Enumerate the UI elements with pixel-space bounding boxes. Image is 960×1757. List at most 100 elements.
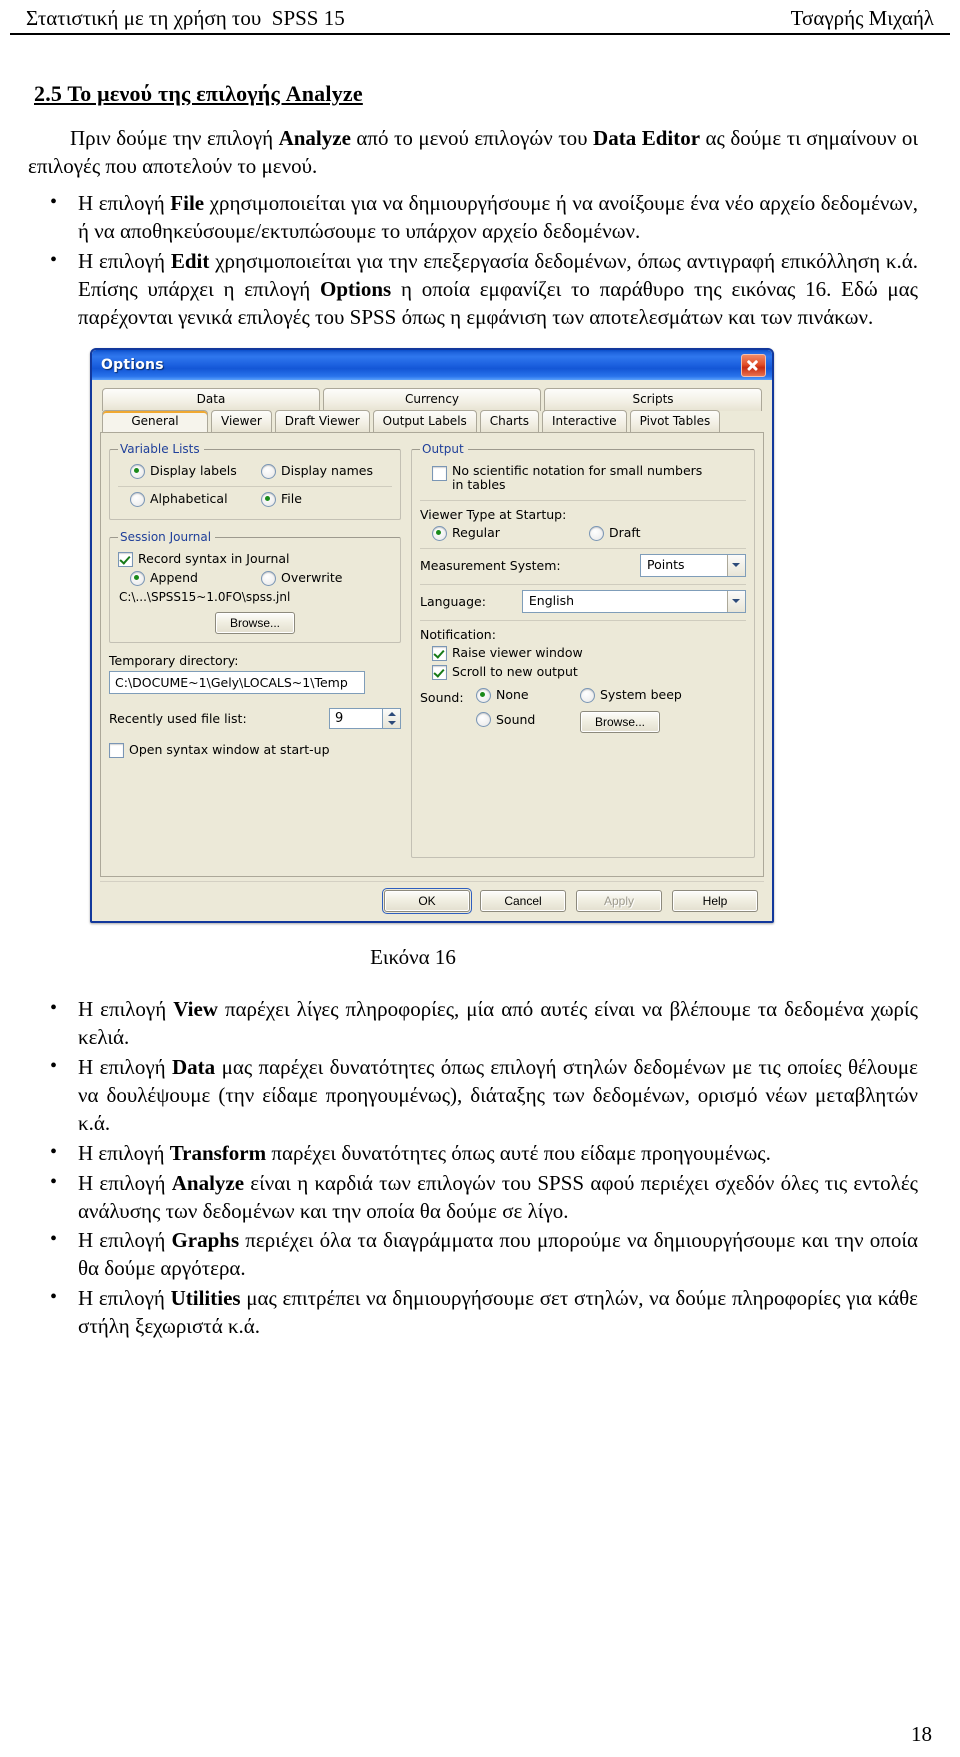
radio-alphabetical[interactable]: Alphabetical <box>130 491 261 508</box>
list-item: Η επιλογή Edit χρησιμοποιείται για την ε… <box>28 247 918 332</box>
option-label-line2: in tables <box>452 477 506 493</box>
journal-browse-button[interactable]: Browse... <box>214 612 295 635</box>
radio-append-label[interactable]: Append <box>130 570 198 587</box>
checkbox-open-syntax[interactable]: Open syntax window at start-up <box>109 742 401 759</box>
intro-text-a: Πριν δούμε την επιλογή <box>70 126 279 150</box>
option-label: Open syntax window at start-up <box>129 742 330 758</box>
list-item: Η επιλογή File χρησιμοποιείται για να δη… <box>28 189 918 246</box>
checkbox-no-sci-notation-label[interactable]: No scientific notation for small numbers… <box>432 463 702 493</box>
radio-append[interactable]: Append <box>130 570 261 587</box>
radio-icon[interactable] <box>476 712 491 728</box>
radio-file[interactable]: File <box>261 491 392 508</box>
radio-display-names-label[interactable]: Display names <box>261 463 373 480</box>
bullet-term-file: File <box>170 191 205 216</box>
tab-currency[interactable]: Currency <box>323 388 541 412</box>
radio-draft[interactable]: Draft <box>589 525 746 541</box>
apply-button[interactable]: Apply <box>576 890 662 913</box>
tab-charts[interactable]: Charts <box>479 410 540 433</box>
tab-pivot-tables[interactable]: Pivot Tables <box>629 410 721 433</box>
bullet-term-edit: Edit <box>170 249 210 274</box>
radio-icon[interactable] <box>580 687 595 703</box>
spinner-buttons[interactable] <box>382 708 401 730</box>
radio-overwrite-label[interactable]: Overwrite <box>261 570 343 587</box>
radio-sound-none-label[interactable]: None <box>476 687 529 703</box>
checkbox-open-syntax-label[interactable]: Open syntax window at start-up <box>109 742 330 759</box>
chevron-up-icon[interactable] <box>383 709 400 719</box>
variable-lists-row-2: Alphabetical File <box>118 491 392 508</box>
measurement-system-label: Measurement System: <box>420 557 561 573</box>
measurement-system-value: Points <box>641 554 727 576</box>
checkbox-icon[interactable] <box>118 552 133 568</box>
divider <box>118 486 392 488</box>
radio-system-beep-label[interactable]: System beep <box>580 687 682 703</box>
radio-icon[interactable] <box>261 571 276 587</box>
help-button[interactable]: Help <box>672 890 758 913</box>
radio-icon[interactable] <box>130 571 145 587</box>
bullet-text-a: Η επιλογή <box>78 249 171 274</box>
intro-paragraph: Πριν δούμε την επιλογή Analyze από το με… <box>28 125 918 180</box>
option-label: File <box>281 491 302 507</box>
checkbox-icon[interactable] <box>432 466 447 482</box>
option-label: Record syntax in Journal <box>138 551 290 567</box>
radio-sound-file-label[interactable]: Sound <box>476 712 535 728</box>
radio-display-labels-label[interactable]: Display labels <box>130 463 237 480</box>
radio-regular-label[interactable]: Regular <box>432 525 500 541</box>
radio-icon[interactable] <box>130 464 145 480</box>
recently-used-value[interactable]: 9 <box>329 708 382 730</box>
radio-display-names[interactable]: Display names <box>261 463 392 480</box>
tab-general[interactable]: General <box>102 410 208 433</box>
checkbox-record-syntax-label[interactable]: Record syntax in Journal <box>118 551 290 568</box>
radio-file-label[interactable]: File <box>261 491 302 508</box>
temporary-directory-input[interactable]: C:\DOCUME~1\Gely\LOCALS~1\Temp <box>109 671 365 695</box>
recently-used-stepper[interactable]: 9 <box>329 708 401 730</box>
sound-browse-button[interactable]: Browse... <box>580 710 661 733</box>
bullet-text-a: Η επιλογή <box>78 1140 170 1165</box>
tab-viewer[interactable]: Viewer <box>211 410 272 433</box>
radio-icon[interactable] <box>476 687 491 703</box>
viewer-type-row: Regular Draft <box>420 525 746 541</box>
radio-icon[interactable] <box>130 492 145 508</box>
chevron-down-icon[interactable] <box>383 719 400 729</box>
dialog-footer: OK Cancel Apply Help <box>100 881 764 922</box>
radio-system-beep[interactable]: System beep <box>580 687 682 707</box>
chevron-down-icon[interactable] <box>727 590 745 612</box>
dialog-titlebar[interactable]: Options <box>92 350 772 381</box>
bullet-term-view: View <box>173 997 218 1022</box>
checkbox-scroll-new-output[interactable]: Scroll to new output <box>420 664 746 680</box>
checkbox-icon[interactable] <box>109 743 124 759</box>
tab-interactive[interactable]: Interactive <box>542 410 627 433</box>
radio-icon[interactable] <box>261 464 276 480</box>
option-label: Append <box>150 570 198 586</box>
close-icon[interactable] <box>741 353 766 377</box>
radio-draft-label[interactable]: Draft <box>589 525 641 541</box>
language-select[interactable]: English <box>521 589 746 613</box>
tab-scripts[interactable]: Scripts <box>544 388 762 412</box>
checkbox-record-syntax[interactable]: Record syntax in Journal <box>118 551 392 568</box>
radio-overwrite[interactable]: Overwrite <box>261 570 392 587</box>
chevron-down-icon[interactable] <box>727 554 745 576</box>
radio-icon[interactable] <box>261 492 276 508</box>
radio-alphabetical-label[interactable]: Alphabetical <box>130 491 228 508</box>
radio-regular[interactable]: Regular <box>432 525 589 541</box>
tab-draft-viewer[interactable]: Draft Viewer <box>274 410 370 433</box>
ok-button[interactable]: OK <box>382 888 472 915</box>
running-header: Στατιστική με τη χρήση του SPSS 15 Τσαγρ… <box>10 0 950 35</box>
checkbox-raise-viewer[interactable]: Raise viewer window <box>420 645 746 661</box>
tab-output-labels[interactable]: Output Labels <box>372 410 477 433</box>
radio-display-labels[interactable]: Display labels <box>130 463 261 480</box>
checkbox-scroll-new-output-label[interactable]: Scroll to new output <box>432 664 578 680</box>
radio-icon[interactable] <box>432 525 447 541</box>
radio-sound-file[interactable]: Sound <box>476 712 580 731</box>
notification-label: Notification: <box>420 626 496 642</box>
cancel-button[interactable]: Cancel <box>480 890 566 913</box>
radio-icon[interactable] <box>589 525 604 541</box>
option-label: Scroll to new output <box>452 664 578 680</box>
tab-data[interactable]: Data <box>102 388 320 412</box>
checkbox-no-sci-notation[interactable]: No scientific notation for small numbers… <box>420 463 746 493</box>
radio-sound-none[interactable]: None <box>476 687 580 707</box>
checkbox-raise-viewer-label[interactable]: Raise viewer window <box>432 645 583 661</box>
checkbox-icon[interactable] <box>432 645 447 661</box>
measurement-system-select[interactable]: Points <box>640 553 746 577</box>
checkbox-icon[interactable] <box>432 664 447 680</box>
list-item: Η επιλογή Transform παρέχει δυνατότητες … <box>28 1139 918 1168</box>
